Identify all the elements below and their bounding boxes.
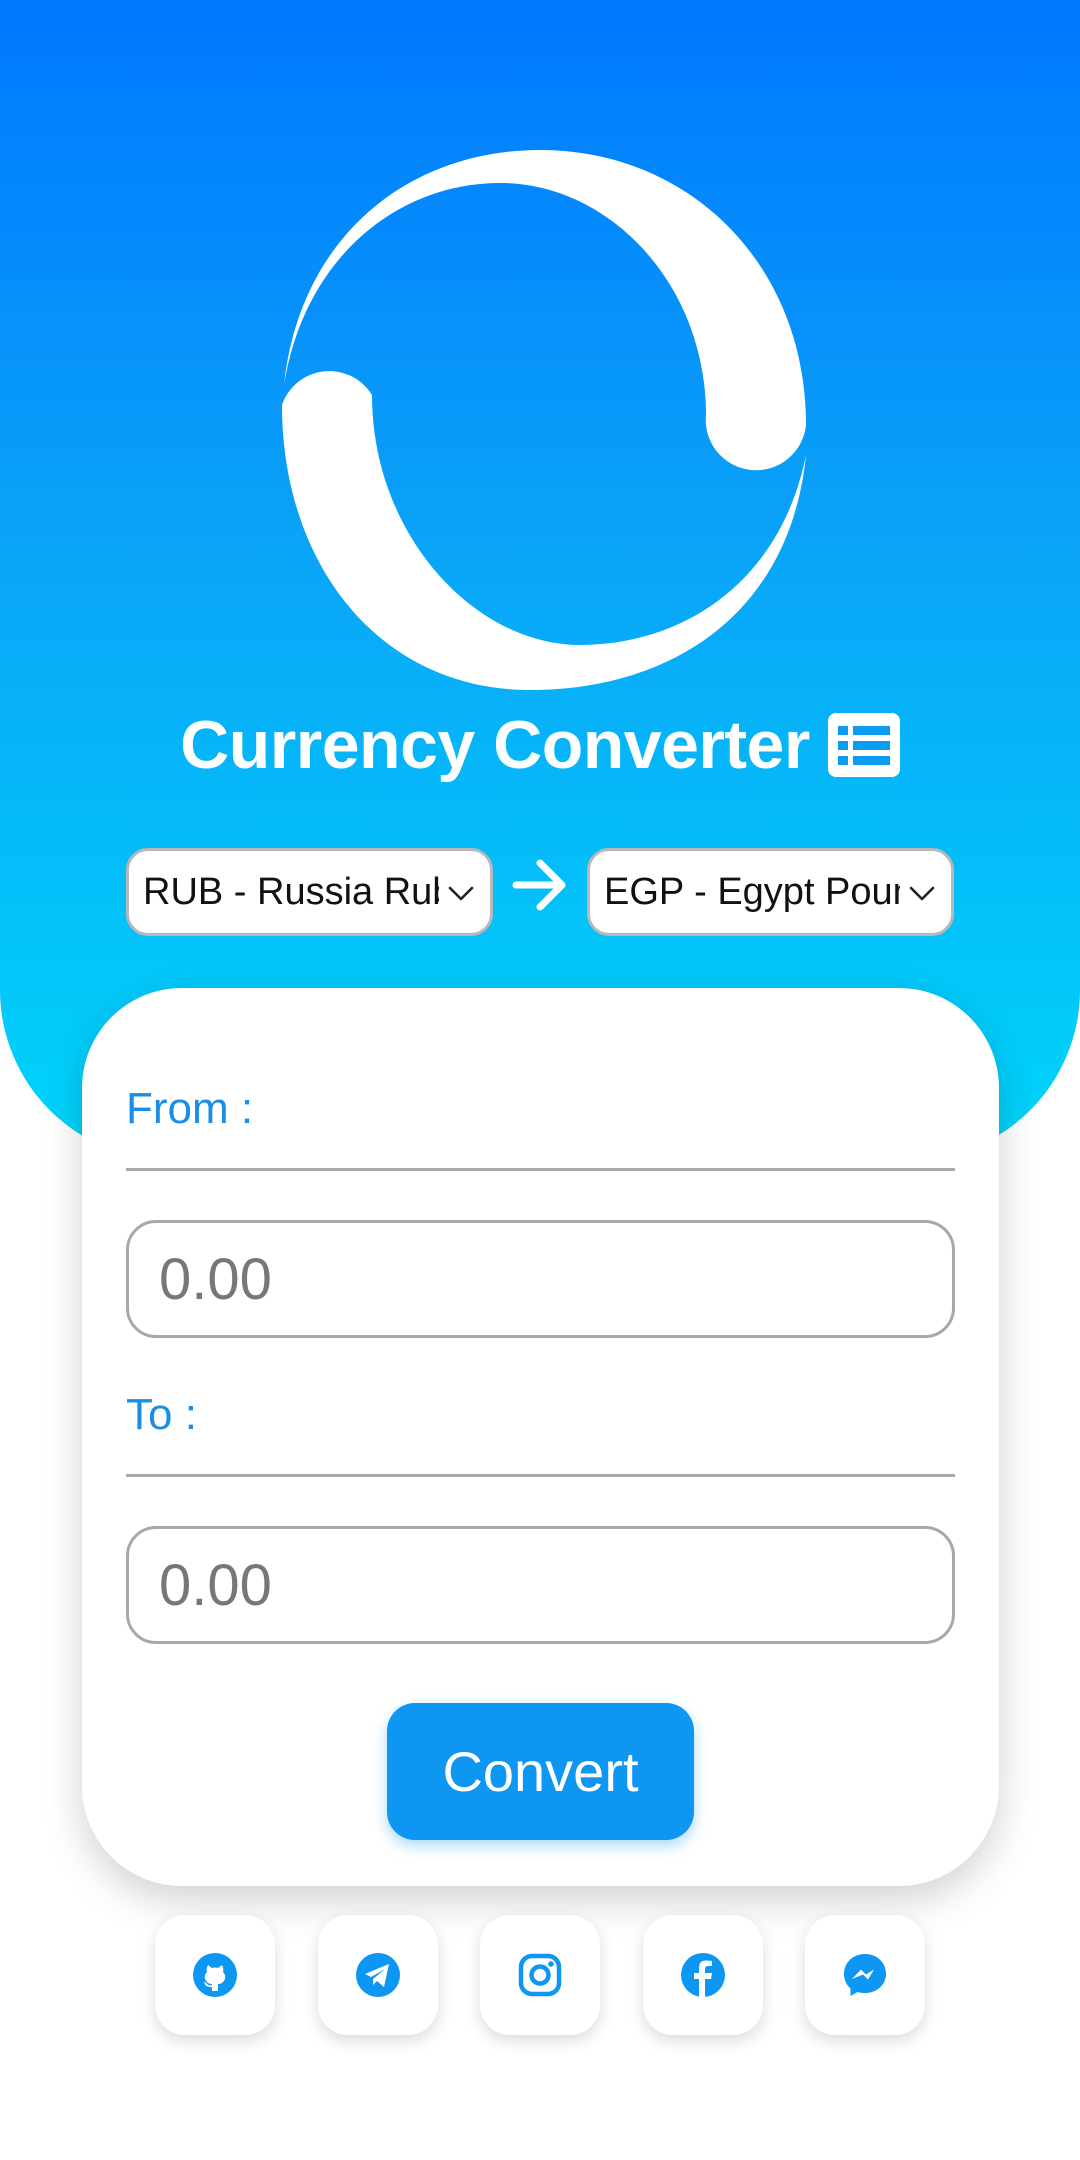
facebook-button[interactable] [643, 1915, 763, 2035]
convert-button[interactable]: Convert [387, 1703, 694, 1840]
from-currency-value: RUB - Russia Ruble [143, 871, 439, 913]
to-currency-value: EGP - Egypt Pound [604, 871, 900, 913]
divider [126, 1474, 955, 1477]
from-currency-select[interactable]: RUB - Russia Ruble [126, 848, 493, 936]
instagram-button[interactable] [480, 1915, 600, 2035]
list-icon[interactable] [827, 713, 900, 777]
github-icon [193, 1953, 237, 1997]
title-row: Currency Converter [0, 700, 1080, 790]
arrow-right-icon [512, 859, 566, 911]
converter-card: From : To : Convert [82, 988, 999, 1886]
instagram-icon [518, 1953, 562, 1997]
from-amount-input[interactable] [126, 1220, 955, 1338]
github-button[interactable] [155, 1915, 275, 2035]
app-title: Currency Converter [180, 707, 810, 783]
from-label: From : [126, 1084, 254, 1133]
app-logo [282, 150, 806, 690]
telegram-button[interactable] [318, 1915, 438, 2035]
chevron-down-icon [448, 886, 474, 901]
to-label: To : [126, 1390, 197, 1439]
messenger-button[interactable] [805, 1915, 925, 2035]
chevron-down-icon [909, 886, 935, 901]
divider [126, 1168, 955, 1171]
to-currency-select[interactable]: EGP - Egypt Pound [587, 848, 954, 936]
to-amount-input[interactable] [126, 1526, 955, 1644]
telegram-icon [356, 1953, 400, 1997]
social-links [0, 1915, 1080, 2035]
facebook-icon [681, 1953, 725, 1997]
messenger-icon [844, 1954, 886, 1996]
